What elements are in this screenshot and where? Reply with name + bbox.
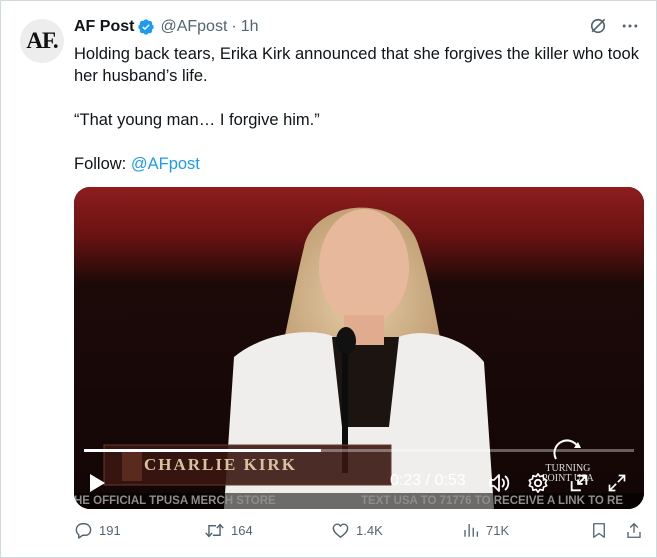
settings-icon[interactable]	[527, 472, 549, 494]
repost-button[interactable]: 164	[204, 521, 253, 540]
video-time-code: 0:23 / 0:53	[390, 472, 466, 489]
follow-label: Follow:	[74, 155, 131, 173]
repost-count: 164	[231, 523, 253, 538]
grok-icon[interactable]	[588, 16, 608, 36]
reply-button[interactable]: 191	[74, 521, 121, 540]
play-icon[interactable]	[88, 473, 106, 493]
share-button[interactable]	[625, 521, 649, 540]
video-lower-third-name: CHARLIE KIRK	[144, 455, 297, 474]
heart-icon	[332, 523, 349, 538]
tweet-top-actions	[588, 16, 640, 36]
views-button[interactable]: 71K	[462, 521, 509, 539]
bookmark-icon	[593, 523, 605, 538]
like-button[interactable]: 1.4K	[331, 521, 383, 540]
repost-icon	[205, 523, 224, 538]
bookmark-button[interactable]	[590, 521, 614, 540]
views-count: 71K	[486, 522, 510, 538]
views-chart-icon	[464, 524, 479, 537]
share-icon	[627, 522, 641, 538]
like-count: 1.4K	[356, 523, 383, 538]
tweet-time[interactable]: 1h	[241, 18, 259, 36]
ticker-right-text: TEXT USA TO 71776 TO RECEIVE A LINK TO R…	[361, 495, 624, 507]
tweet-follow: Follow: @AFpost	[74, 153, 642, 175]
ticker-left-text: HE OFFICIAL TPUSA MERCH STORE	[74, 495, 276, 507]
separator-dot: ·	[231, 18, 237, 35]
author-handle[interactable]: @AFpost	[160, 18, 227, 36]
mention-link[interactable]: @AFpost	[131, 155, 200, 173]
video-ticker: HE OFFICIAL TPUSA MERCH STORE TEXT USA T…	[74, 493, 644, 509]
more-options-icon[interactable]	[620, 16, 640, 36]
reply-count: 191	[99, 523, 121, 538]
tweet-actions: 191 164 1.4K 71K	[74, 521, 644, 547]
video-player[interactable]: CHARLIE KIRK TURNING POINT USA 0:23 / 0:…	[74, 187, 644, 509]
reply-icon	[75, 523, 92, 539]
volume-icon[interactable]	[488, 473, 510, 493]
video-progress-fill	[84, 449, 321, 452]
verified-badge-icon	[138, 19, 155, 35]
tweet-text-line: Holding back tears, Erika Kirk announced…	[74, 45, 639, 85]
tweet-card[interactable]: AF. AF Post @AFpost · 1h Holding back te…	[0, 0, 657, 558]
picture-in-picture-icon[interactable]	[568, 472, 590, 494]
tweet-quote: “That young man… I forgive him.”	[74, 111, 320, 129]
tweet-header: AF Post @AFpost · 1h	[74, 16, 259, 38]
video-progress-bar[interactable]	[84, 449, 634, 452]
avatar[interactable]: AF.	[20, 19, 64, 63]
author-name[interactable]: AF Post	[74, 18, 134, 36]
fullscreen-icon[interactable]	[607, 473, 627, 493]
tweet-text: Holding back tears, Erika Kirk announced…	[74, 43, 642, 175]
